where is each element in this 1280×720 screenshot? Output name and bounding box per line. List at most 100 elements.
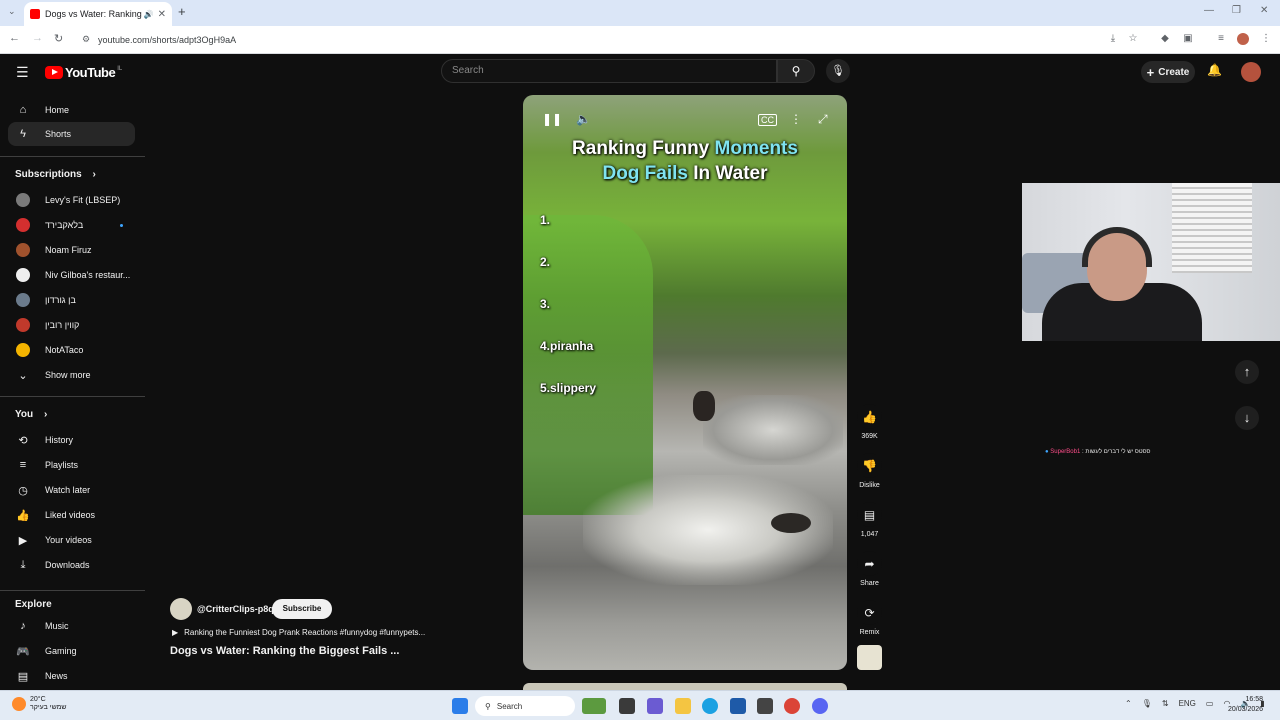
chrome-icon[interactable] [784,698,800,714]
channel-avatar[interactable] [170,598,192,620]
sidebar-item-your-videos[interactable]: ▶ Your videos [8,528,135,552]
sidebar-subscription[interactable]: קווין רובין [8,313,135,337]
sidebar-subscription[interactable]: בן גורדון [8,288,135,312]
like-count: 369K [861,433,878,440]
task-view-icon[interactable] [619,698,635,714]
tray-display-icon[interactable]: ▭ [1206,699,1214,708]
news-icon: ▤ [17,670,29,683]
forward-icon[interactable]: → [32,32,43,44]
previous-short-button[interactable]: ↑ [1235,360,1259,384]
sidebar-item-news[interactable]: ▤ News [8,664,135,688]
remix-button[interactable]: ⟳ Remix [857,600,882,636]
voice-search-button[interactable]: 🎙 [826,59,850,83]
channel-name[interactable]: @CritterClips-p8q [197,604,274,614]
channel-thumbnail-icon[interactable] [857,645,882,670]
short-title[interactable]: Dogs vs Water: Ranking the Biggest Fails… [170,645,399,657]
you-heading[interactable]: You › [15,409,47,420]
tab-close-icon[interactable]: ✕ [158,9,166,20]
account-avatar[interactable] [1241,62,1261,82]
tab-search-icon[interactable]: ⌄ [8,6,16,17]
new-tab-icon[interactable]: + [178,4,186,19]
sidebar-item-playlists[interactable]: ≡ Playlists [8,453,135,477]
comments-button[interactable]: ▤ 1,047 [857,502,882,538]
sidebar-item-gaming[interactable]: 🎮 Gaming [8,639,135,663]
share-button[interactable]: ➦ Share [857,551,882,587]
hamburger-menu-icon[interactable]: ☰ [16,64,29,81]
browser-menu-icon[interactable]: ⋮ [1260,33,1272,45]
sidebar-item-liked-videos[interactable]: 👍 Liked videos [8,503,135,527]
window-close-icon[interactable]: ✕ [1260,5,1268,16]
sidebar-subscription[interactable]: NotATaco [8,338,135,362]
chat-username: SuperBob1 [1050,449,1081,455]
new-content-dot [120,223,123,227]
search-button[interactable]: ⚲ [777,59,815,83]
create-button[interactable]: + Create [1141,61,1195,83]
file-explorer-icon[interactable] [675,698,691,714]
discord-icon[interactable] [812,698,828,714]
tray-network-icon[interactable]: ⇅ [1162,699,1169,708]
minimize-icon[interactable]: — [1204,5,1214,16]
sidebar-subscription[interactable]: Noam Firuz [8,238,135,262]
media-controls-icon[interactable]: ≡ [1215,33,1227,45]
channel-avatar-icon [16,318,30,332]
install-app-icon[interactable]: ⤓ [1107,33,1119,45]
more-options-icon[interactable]: ⋮ [790,112,802,126]
sidebar-item-music[interactable]: ♪ Music [8,614,135,638]
tray-mic-icon[interactable]: 🎙 [1142,699,1152,708]
windows-taskbar: 20°C שמשי בעיקר ⚲ Search ⌃ 🎙 ⇅ ENG ▭ ◠ 🔈… [0,690,1280,720]
reload-icon[interactable]: ↻ [54,32,63,45]
sound-link[interactable]: ▶ Ranking the Funniest Dog Prank Reactio… [172,628,425,637]
youtube-logo[interactable]: YouTube IL [45,65,122,80]
subscribe-button[interactable]: Subscribe [272,599,332,619]
widget-image-icon[interactable] [582,698,606,714]
store-icon[interactable] [730,698,746,714]
edge-icon[interactable] [702,698,718,714]
windows-start-icon[interactable] [452,698,468,714]
taskbar-search-label: Search [496,701,523,711]
webcam-headphones [1082,227,1152,267]
sidebar-subscription[interactable]: Niv Gilboa's restaur... [8,263,135,287]
notifications-bell-icon[interactable]: 🔔 [1207,63,1222,77]
sidebar-subscription[interactable]: Levy's Fit (LBSEP) [8,188,135,212]
shorts-video-player[interactable]: ❚❚ 🔈 CC ⋮ ⤢ Ranking Funny Moments Dog Fa… [523,95,847,670]
extension-icon[interactable]: ◆ [1159,33,1171,45]
show-more-button[interactable]: ⌄ Show more [8,363,135,387]
browser-tab[interactable]: Dogs vs Water: Ranking the 🔊 ✕ [24,2,172,26]
back-icon[interactable]: ← [9,32,20,44]
youtube-logo-icon [45,66,63,79]
profile-avatar-icon[interactable] [1237,33,1249,45]
extensions-puzzle-icon[interactable]: ▣ [1182,33,1194,45]
fullscreen-icon[interactable]: ⤢ [818,112,828,127]
video-caption-line1: Ranking Funny Moments [523,138,847,160]
system-clock[interactable]: 16:58 20/03/2026 [1228,695,1263,715]
remix-icon: ⟳ [857,600,882,625]
sidebar-item-home[interactable]: ⌂ Home [8,98,135,122]
tray-chevron-up-icon[interactable]: ⌃ [1125,699,1132,708]
dislike-button[interactable]: 👎 Dislike [857,453,882,489]
next-short-button[interactable]: ↓ [1235,406,1259,430]
sidebar-item-downloads[interactable]: ⤓ Downloads [8,553,135,577]
weather-widget[interactable]: 20°C שמשי בעיקר [12,696,67,712]
arrow-up-icon: ↑ [1243,364,1251,379]
obs-icon[interactable] [757,698,773,714]
bookmark-star-icon[interactable]: ☆ [1127,33,1139,45]
volume-icon[interactable]: 🔈 [576,112,591,126]
like-button[interactable]: 👍 369K [857,404,882,440]
sidebar-subscription[interactable]: בלאקבירד [8,213,135,237]
address-bar[interactable]: ⚙ youtube.com/shorts/adpt3OgH9aA [76,29,1096,51]
sidebar-item-history[interactable]: ⟲ History [8,428,135,452]
search-input[interactable]: Search [441,59,777,83]
taskbar-search[interactable]: ⚲ Search [475,696,575,716]
sidebar-item-shorts[interactable]: ϟ Shorts [8,122,135,146]
rank-label: 3. [540,297,551,311]
pause-icon[interactable]: ❚❚ [542,112,562,126]
sidebar-item-watch-later[interactable]: ◷ Watch later [8,478,135,502]
teams-icon[interactable] [647,698,663,714]
subscriptions-heading[interactable]: Subscriptions › [15,169,96,180]
site-info-icon[interactable]: ⚙ [82,34,90,45]
weather-text: שמשי בעיקר [30,704,67,711]
captions-icon[interactable]: CC [758,114,777,126]
tab-audio-icon[interactable]: 🔊 [144,10,154,19]
maximize-icon[interactable]: ❐ [1232,5,1241,16]
language-indicator[interactable]: ENG [1179,699,1196,708]
